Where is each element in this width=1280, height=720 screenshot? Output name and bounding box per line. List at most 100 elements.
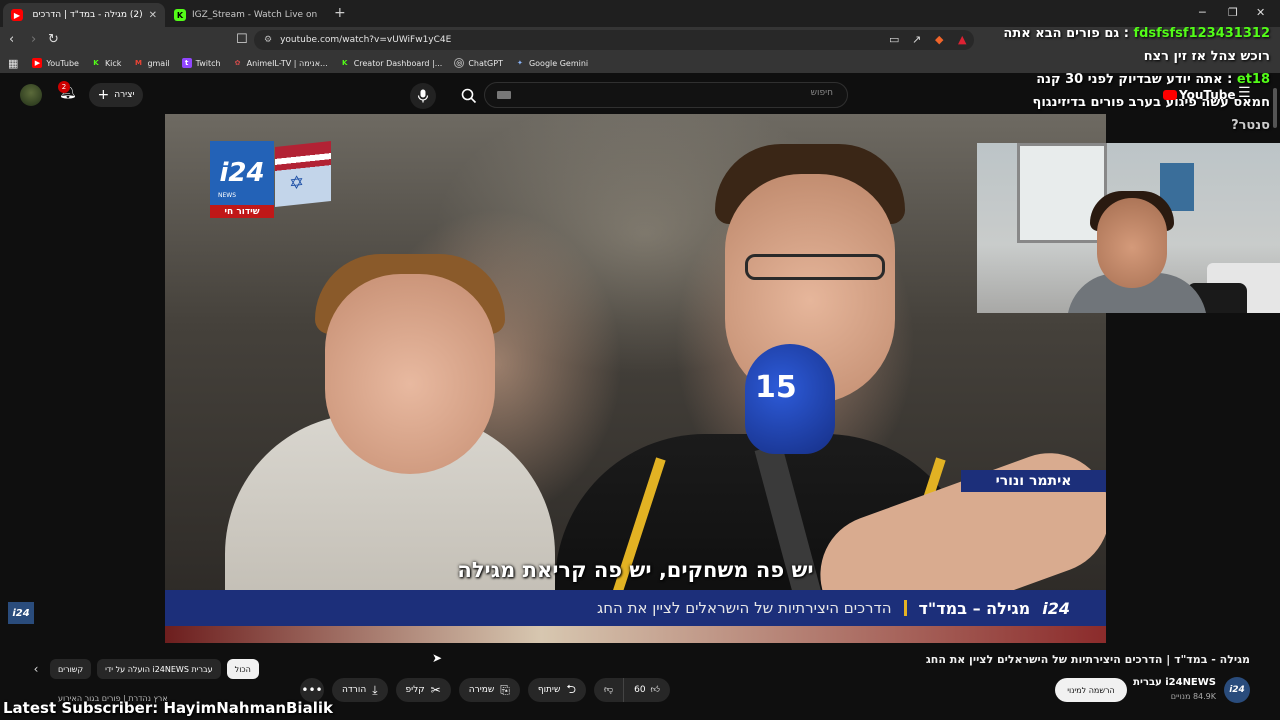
chat-text: רוכש צהל אז זין רצח [1143, 49, 1270, 64]
logo-text: i24 [219, 158, 265, 188]
tab-kick[interactable]: K IGZ_Stream - Watch Live on Kick [166, 3, 328, 27]
clip-button[interactable]: קליפ ✂ [395, 678, 451, 702]
kick-icon: K [93, 59, 99, 67]
video-subtitle: יש פה משחקים, יש פה קריאת מגילה [457, 558, 814, 582]
chat-message: סנטר? [990, 114, 1270, 137]
clip-label: קליפ [405, 685, 425, 695]
dislike-button[interactable]: 👎︎ [594, 678, 623, 702]
chip-all[interactable]: הכול [226, 659, 259, 679]
search-input[interactable]: חיפוש [484, 82, 848, 108]
create-button[interactable]: + יצירה [89, 83, 143, 107]
keyboard-icon[interactable] [497, 91, 511, 99]
bookmark-gemini[interactable]: ✦ Google Gemini [515, 58, 588, 68]
youtube-icon: ▶ [11, 9, 23, 21]
brave-rewards-icon[interactable]: ▲ [958, 33, 966, 46]
bookmark-chatgpt[interactable]: ◎ ChatGPT [454, 58, 503, 68]
close-window-icon[interactable]: ✕ [1256, 6, 1265, 19]
kick-icon: K [341, 59, 348, 67]
divider [903, 600, 907, 616]
subscribe-button[interactable]: הרשמה למינוי [1055, 678, 1127, 702]
i24-logo: i24 NEWS [210, 141, 274, 205]
streamer-webcam [977, 143, 1280, 313]
chip-related[interactable]: קשורים [50, 659, 92, 679]
tab-youtube[interactable]: ▶ (2) מגילה - במד"ד | הדרכים היצי ✕ [3, 3, 165, 27]
url-text: youtube.com/watch?v=vUWiFw1yC4E [280, 35, 452, 45]
thumbs-up-icon: 👍︎ [650, 685, 660, 695]
bookmark-animeil[interactable]: ✿ AnimeIL-TV | אנימה... [233, 58, 328, 68]
bookmark-label: YouTube [46, 58, 79, 68]
lower-brand: i24 [1042, 598, 1070, 618]
save-button[interactable]: שמירה ⎘ [458, 678, 520, 702]
url-field[interactable]: ⚙ youtube.com/watch?v=vUWiFw1yC4E [254, 30, 974, 50]
like-count: 60 [634, 685, 646, 695]
scrollbar-thumb[interactable] [1273, 88, 1277, 128]
name-caption: איתמר ונורי [961, 470, 1106, 492]
brave-shield-icon[interactable]: ◆ [935, 33, 943, 46]
chatgpt-icon: ◎ [454, 58, 465, 68]
cast-icon[interactable]: ▭ [889, 33, 899, 46]
logo-sub: NEWS [218, 192, 237, 199]
youtube-logo-text: YouTube [1179, 88, 1236, 102]
download-icon: ⤓ [372, 682, 378, 697]
youtube-icon: ▶ [32, 58, 43, 68]
bookmark-creator-dashboard[interactable]: K Creator Dashboard |... [340, 58, 442, 68]
notification-badge: 2 [58, 81, 70, 93]
webcam-scene [1097, 198, 1167, 288]
site-info-icon[interactable]: ⚙ [264, 35, 272, 45]
share-icon[interactable]: ↗ [912, 33, 921, 46]
voice-search-button[interactable] [410, 83, 436, 109]
stream-chat-overlay: fdsfsfsf123431312 : גם פורים הבא אתה רוכ… [990, 22, 1280, 137]
animeil-icon: ✿ [234, 59, 241, 67]
bookmark-kick[interactable]: K Kick [91, 58, 121, 68]
channel-avatar[interactable]: i24 [1224, 677, 1250, 703]
chat-text: : גם פורים הבא אתה [1003, 26, 1129, 41]
chevron-left-icon[interactable]: ‹ [28, 662, 44, 676]
channel-name[interactable]: i24NEWS עברית [1133, 677, 1216, 688]
menu-icon[interactable]: ☰ [1238, 85, 1251, 101]
share-label: שיתוף [537, 685, 561, 695]
thumbs-down-icon: 👎︎ [603, 685, 614, 695]
close-tab-icon[interactable]: ✕ [149, 10, 157, 21]
bookmark-gmail[interactable]: M gmail [133, 58, 170, 68]
related-filter-chips: ‹ קשורים הועלה על ידי i24NEWS עברית הכול [28, 658, 259, 680]
gmail-icon: M [134, 59, 142, 67]
bookmark-icon[interactable]: ☐ [236, 32, 248, 47]
save-label: שמירה [468, 685, 495, 695]
search-icon [461, 88, 477, 104]
apps-icon[interactable]: ▦ [8, 57, 18, 70]
back-icon[interactable]: ‹ [9, 32, 14, 47]
download-label: הורדה [342, 685, 367, 695]
youtube-play-icon [1163, 90, 1177, 100]
chat-text: סנטר? [1231, 118, 1270, 133]
bookmark-label: ChatGPT [468, 58, 503, 68]
video-scene [745, 254, 885, 280]
like-button[interactable]: 60 👍︎ [623, 678, 670, 702]
search-placeholder: חיפוש [810, 88, 833, 98]
minimize-icon[interactable]: ─ [1199, 6, 1206, 19]
maximize-icon[interactable]: ❐ [1228, 6, 1238, 19]
i24-watermark-icon: i24 [8, 602, 34, 624]
bookmark-label: Google Gemini [528, 58, 589, 68]
reload-icon[interactable]: ↻ [48, 32, 59, 47]
video-actions: ••• הורדה ⤓ קליפ ✂ שמירה ⎘ שיתוף ⮌ 👎︎ 60… [300, 677, 670, 703]
new-tab-button[interactable]: + [334, 5, 346, 21]
kick-icon: K [174, 9, 186, 21]
video-title: מגילה - במד"ד | הדרכים היצירתיות של הישר… [925, 653, 1250, 666]
flag-graphic: ✡ [275, 141, 331, 207]
share-icon: ⮌ [566, 681, 576, 696]
page-scrollbar[interactable] [1272, 78, 1278, 708]
youtube-logo[interactable]: YouTube [1163, 88, 1236, 102]
chip-uploader[interactable]: הועלה על ידי i24NEWS עברית [97, 659, 221, 679]
download-button[interactable]: הורדה ⤓ [332, 678, 388, 702]
lower-show: מגילה – במד"ד [918, 598, 1031, 618]
lower-headline: הדרכים היצירתיות של הישראלים לציין את הח… [597, 599, 892, 617]
bookmark-youtube[interactable]: ▶ YouTube [32, 58, 79, 68]
avatar[interactable] [20, 84, 42, 106]
bookmark-twitch[interactable]: t Twitch [181, 58, 221, 68]
forward-icon[interactable]: › [31, 32, 36, 47]
video-player[interactable]: 15 i24 NEWS ✡ שידור חי איתמר ונורי יש פה… [165, 114, 1106, 643]
bookmark-label: AnimeIL-TV | אנימה... [246, 58, 328, 68]
search-button[interactable] [456, 83, 482, 109]
chat-message: רוכש צהל אז זין רצח [990, 45, 1270, 68]
share-button[interactable]: שיתוף ⮌ [527, 678, 586, 702]
